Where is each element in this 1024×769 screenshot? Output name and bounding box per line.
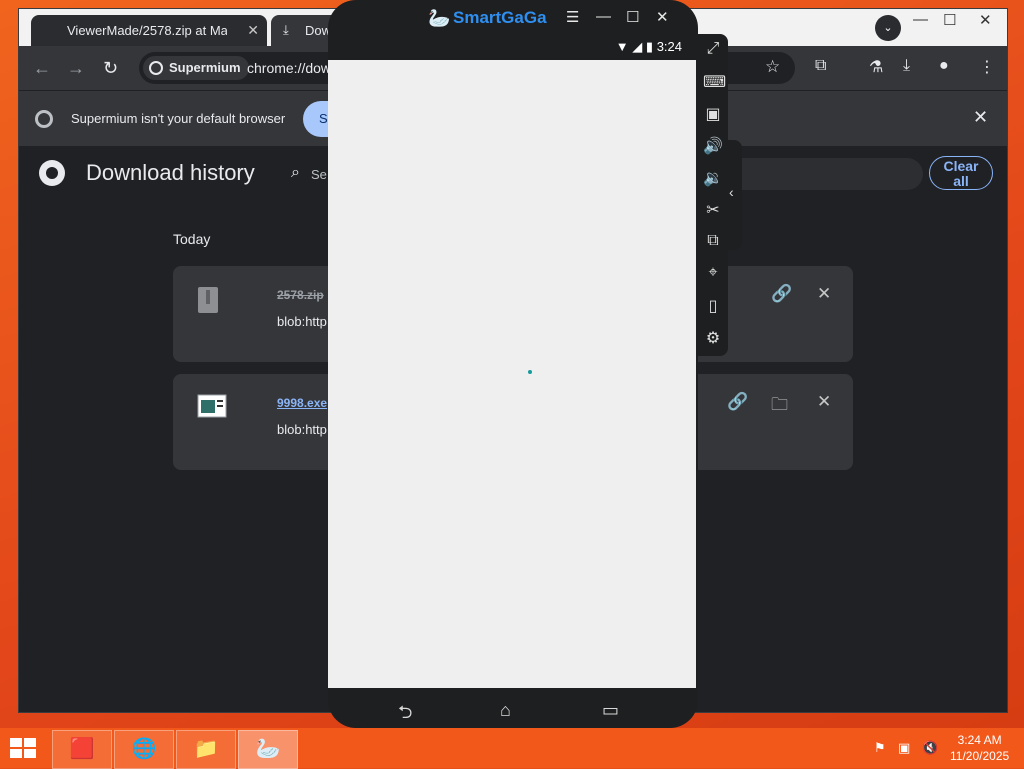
bookmark-star-icon[interactable]: ☆ — [765, 57, 780, 77]
maximize-button[interactable]: ☐ — [943, 11, 956, 29]
emulator-side-toolbar: ⤢ ⌨ ▣ 🔊 🔉 ✂ ⧉ ⌖ ▯ ⚙ — [698, 34, 728, 356]
downloads-icon[interactable]: ⤓ — [903, 57, 910, 75]
menu-kebab-icon[interactable]: ⋮ — [979, 57, 995, 77]
windows-logo-pane — [10, 749, 22, 758]
supermium-icon — [149, 61, 163, 75]
wifi-icon: ▼ — [615, 39, 629, 54]
chevron-left-icon: ‹ — [729, 184, 734, 200]
search-icon[interactable]: ⌕ — [291, 164, 300, 182]
tab-title: Dow — [305, 23, 332, 38]
android-navbar: ⮌ ⌂ ▭ — [328, 688, 698, 728]
action-center-flag-icon[interactable]: ⚑ — [874, 740, 886, 756]
emulator-maximize-button[interactable]: ☐ — [626, 8, 639, 26]
start-button[interactable] — [10, 738, 38, 760]
site-chip[interactable]: Supermium — [143, 56, 249, 80]
close-button[interactable]: ✕ — [979, 11, 992, 29]
system-clock[interactable]: 3:24 AM 11/20/2025 — [950, 732, 1009, 764]
infobar-message: Supermium isn't your default browser — [71, 111, 286, 126]
volume-up-icon[interactable]: 🔊 — [703, 136, 723, 156]
download-icon: ⤓ — [283, 22, 289, 37]
file-source-url: blob:http — [277, 314, 327, 329]
extensions-icon[interactable]: ⧉ — [815, 57, 826, 75]
chrome-logo-icon — [35, 110, 53, 128]
windows-taskbar: 🟥 🌐 📁 🦢 ⚑ ▣ 🔇 3:24 AM 11/20/2025 — [0, 728, 1024, 769]
clear-all-label-2: all — [953, 173, 969, 189]
url-text[interactable]: chrome://dow — [247, 60, 331, 76]
file-explorer-icon[interactable]: 📁 — [176, 730, 236, 769]
battery-icon: ▮ — [645, 39, 654, 54]
clock-date: 11/20/2025 — [950, 749, 1010, 763]
tab-search-button[interactable]: ⌄ — [875, 15, 901, 41]
tab-close-icon[interactable]: ✕ — [247, 22, 259, 39]
signal-icon: ◢ — [632, 39, 643, 54]
loading-spinner — [528, 370, 532, 374]
exe-file-icon — [197, 394, 227, 418]
search-box[interactable] — [719, 158, 923, 190]
windows-logo-pane — [24, 749, 36, 758]
supermium-logo-icon — [39, 160, 65, 186]
zip-file-icon — [198, 287, 218, 313]
emulator-menu-button[interactable]: ☰ — [566, 8, 579, 26]
clock-time: 3:24 AM — [957, 733, 1002, 747]
emulator-title: SmartGaGa — [453, 8, 547, 27]
emulator-titlebar[interactable]: 🦢 SmartGaGa ☰ — ☐ ✕ — [328, 0, 698, 36]
reload-button[interactable]: ↻ — [103, 58, 118, 79]
smartgaga-icon[interactable]: 🦢 — [238, 730, 298, 769]
page-title: Download history — [86, 160, 255, 185]
windows-logo-pane — [10, 738, 22, 747]
android-screen[interactable] — [328, 60, 696, 688]
recents-key-icon[interactable]: ▭ — [602, 700, 619, 721]
folder-icon[interactable]: 🗀 — [771, 392, 788, 421]
back-button[interactable]: ← — [33, 58, 51, 79]
copy-link-icon[interactable]: 🔗 — [771, 284, 792, 304]
clear-all-label-1: Clear — [943, 158, 979, 174]
labs-flask-icon[interactable]: ⚗ — [869, 57, 883, 77]
location-icon[interactable]: ⌖ — [703, 264, 723, 282]
file-name[interactable]: 2578.zip — [277, 288, 324, 302]
home-key-icon[interactable]: ⌂ — [500, 700, 511, 721]
multi-instance-icon[interactable]: ⧉ — [703, 232, 723, 250]
volume-muted-icon[interactable]: 🔇 — [922, 740, 938, 756]
minimize-button[interactable]: — — [913, 11, 928, 28]
date-heading: Today — [173, 231, 211, 247]
side-toolbar-collapse[interactable]: ‹ — [726, 140, 742, 250]
screenshot-scissors-icon[interactable]: ✂ — [703, 200, 723, 220]
file-source-url: blob:http — [277, 422, 327, 437]
network-icon[interactable]: ▣ — [898, 740, 910, 756]
keyboard-icon[interactable]: ⌨ — [703, 72, 726, 92]
windows-logo-pane — [24, 738, 36, 747]
smartgaga-swan-icon: 🦢 — [428, 8, 451, 28]
tab-malware-viewer[interactable]: ViewerMade/2578.zip at Malwa ✕ — [31, 15, 267, 46]
back-key-icon[interactable]: ⮌ — [398, 700, 412, 730]
android-statusbar: ▼ ◢ ▮ 3:24 — [328, 36, 698, 60]
copy-link-icon[interactable]: 🔗 — [727, 392, 748, 412]
internet-explorer-icon[interactable]: 🌐 — [114, 730, 174, 769]
shake-icon[interactable]: ▯ — [703, 296, 723, 316]
volume-down-icon[interactable]: 🔉 — [703, 168, 723, 188]
forward-button[interactable]: → — [67, 58, 85, 79]
profile-icon[interactable]: ● — [939, 57, 949, 75]
emulator-minimize-button[interactable]: — — [596, 8, 611, 25]
emulator-close-button[interactable]: ✕ — [656, 8, 669, 26]
tab-title: ViewerMade/2578.zip at Malwa — [67, 23, 227, 38]
site-chip-label: Supermium — [169, 60, 241, 75]
infobar-close-icon[interactable]: ✕ — [973, 107, 988, 128]
app-red-icon[interactable]: 🟥 — [52, 730, 112, 769]
apk-install-icon[interactable]: ▣ — [703, 104, 723, 124]
search-downloads-input[interactable]: Se — [311, 167, 327, 182]
clear-all-button[interactable]: Clear all — [929, 156, 993, 190]
file-name-link[interactable]: 9998.exe — [277, 396, 327, 410]
settings-icon[interactable]: ⚙ — [703, 328, 723, 348]
status-time: 3:24 — [656, 39, 682, 54]
remove-icon[interactable]: ✕ — [817, 392, 831, 412]
emulator-window: 🦢 SmartGaGa ☰ — ☐ ✕ ▼ ◢ ▮ 3:24 ⮌ ⌂ ▭ — [328, 0, 698, 728]
remove-icon[interactable]: ✕ — [817, 284, 831, 304]
status-icons: ▼ ◢ ▮ 3:24 — [616, 39, 682, 55]
fullscreen-icon[interactable]: ⤢ — [703, 40, 723, 58]
